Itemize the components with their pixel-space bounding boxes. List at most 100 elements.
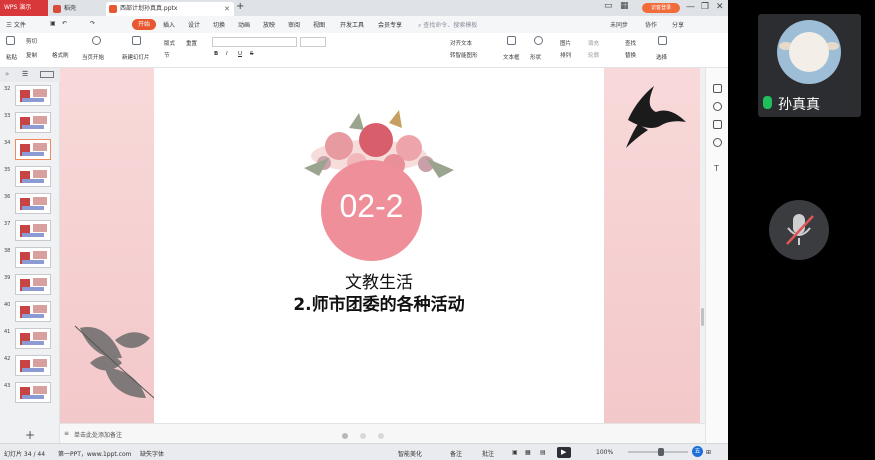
slide-thumbnail-item[interactable]: 35	[0, 165, 60, 191]
new-tab-icon[interactable]: +	[236, 1, 244, 12]
comment-toggle[interactable]: 批注	[482, 449, 494, 458]
picture-button[interactable]: 图片	[560, 39, 571, 47]
add-slide-icon[interactable]: +	[25, 429, 35, 441]
find-button[interactable]: 查找	[625, 39, 636, 47]
reading-view-icon[interactable]: ▤	[540, 449, 546, 456]
collaborate-button[interactable]: 协作	[645, 20, 657, 29]
help-icon[interactable]	[713, 138, 722, 147]
convert-smartart-button[interactable]: 转智能图形	[450, 51, 478, 59]
missing-font-button[interactable]: 缺失字体	[140, 449, 164, 458]
command-search[interactable]: ⌕ 查找命令、搜索模板	[418, 20, 477, 30]
cut-button[interactable]: 剪切	[26, 37, 37, 45]
save-icon[interactable]: ▣	[50, 20, 56, 27]
slide-subtitle[interactable]: 2.师市团委的各种活动	[154, 290, 604, 315]
fit-window-icon[interactable]: ⊞	[706, 449, 711, 456]
menu-member[interactable]: 会员专享	[378, 20, 402, 29]
close-window-icon[interactable]: ✕	[716, 2, 724, 12]
slide-thumbnail[interactable]	[15, 112, 51, 133]
dot-3[interactable]	[378, 433, 384, 439]
sorter-view-icon[interactable]: ▦	[525, 449, 531, 456]
slide-thumbnail[interactable]	[15, 355, 51, 376]
bold-button[interactable]: B	[214, 51, 218, 57]
slide-thumbnail[interactable]	[15, 193, 51, 214]
slide-thumbnail-item[interactable]: 38	[0, 246, 60, 272]
zoom-level[interactable]: 100%	[596, 449, 613, 456]
menu-developer[interactable]: 开发工具	[340, 20, 364, 29]
mute-toggle-button[interactable]	[769, 200, 829, 260]
menu-transition[interactable]: 切换	[213, 20, 225, 29]
tab-document[interactable]: 西部计划孙真真.pptx ✕	[106, 2, 234, 16]
italic-button[interactable]: I	[226, 51, 228, 57]
login-badge[interactable]: 访客登录	[642, 3, 680, 13]
restore-icon[interactable]: ❐	[701, 2, 709, 12]
animation-pane-icon[interactable]	[713, 102, 722, 111]
section-button[interactable]: 节	[164, 51, 170, 59]
slide-thumbnail-item[interactable]: 39	[0, 273, 60, 299]
current-slide[interactable]: 02-2 文教生活 2.师市团委的各种活动	[154, 68, 604, 423]
replace-button[interactable]: 替换	[625, 51, 636, 59]
slide-thumbnail[interactable]	[15, 382, 51, 403]
slide-thumbnail[interactable]	[15, 301, 51, 322]
menu-slideshow[interactable]: 放映	[263, 20, 275, 29]
slide-thumbnail-item[interactable]: 33	[0, 111, 60, 137]
tab-home[interactable]: 稻壳	[50, 2, 102, 16]
slide-thumbnail-item[interactable]: 34	[0, 138, 60, 164]
slide-thumbnail-item[interactable]: 32	[0, 84, 60, 110]
menu-review[interactable]: 审阅	[288, 20, 300, 29]
slide-thumbnail[interactable]	[15, 166, 51, 187]
slide-thumbnail-item[interactable]: 40	[0, 300, 60, 326]
menu-start[interactable]: 开始	[132, 19, 156, 30]
outline-button[interactable]: 轮廓	[588, 51, 599, 59]
align-text-button[interactable]: 对齐文本	[450, 39, 472, 47]
window-layout-icon[interactable]: ▭	[604, 1, 613, 11]
menu-view[interactable]: 视图	[313, 20, 325, 29]
slide-thumbnail[interactable]	[15, 247, 51, 268]
sync-status[interactable]: 未同步	[610, 20, 628, 29]
redo-icon[interactable]: ↷	[90, 20, 95, 27]
close-tab-icon[interactable]: ✕	[224, 2, 230, 16]
arrange-button[interactable]: 排列	[560, 51, 571, 59]
undo-icon[interactable]: ↶	[62, 20, 67, 27]
minimize-icon[interactable]: —	[686, 2, 695, 12]
thumbnail-view-icon[interactable]: ☰	[22, 70, 28, 78]
strikethrough-button[interactable]: S	[250, 51, 254, 57]
slide-thumbnail[interactable]	[15, 85, 51, 106]
zoom-knob[interactable]	[658, 448, 664, 456]
property-icon[interactable]	[713, 84, 722, 93]
slide-thumbnail-item[interactable]: 37	[0, 219, 60, 245]
ime-icon[interactable]: 五	[692, 446, 703, 457]
grid-icon[interactable]: ▦	[620, 1, 629, 11]
participant-card[interactable]: 孙真真	[758, 14, 861, 117]
font-size-select[interactable]	[300, 37, 326, 47]
dot-2[interactable]	[360, 433, 366, 439]
play-slideshow-button[interactable]: ▶	[557, 447, 571, 458]
slide-thumbnail-item[interactable]: 42	[0, 354, 60, 380]
slide-thumbnail-item[interactable]: 36	[0, 192, 60, 218]
underline-button[interactable]: U	[238, 51, 242, 57]
slide-pane-icon[interactable]	[713, 120, 722, 129]
menu-file[interactable]: 三 文件	[6, 20, 26, 29]
layout-button[interactable]: 版式	[164, 39, 175, 47]
outline-view-icon[interactable]	[40, 71, 54, 78]
menu-insert[interactable]: 插入	[163, 20, 175, 29]
collapse-panel-icon[interactable]: »	[5, 70, 9, 78]
dot-1[interactable]	[342, 433, 348, 439]
slide-thumbnail[interactable]	[15, 139, 51, 160]
slide-thumbnail[interactable]	[15, 328, 51, 349]
menu-animation[interactable]: 动画	[238, 20, 250, 29]
menu-design[interactable]: 设计	[188, 20, 200, 29]
notes-toggle[interactable]: 备注	[450, 449, 462, 458]
tab-wps-presentation[interactable]: WPS 演示	[0, 0, 48, 16]
share-button[interactable]: 分享	[672, 20, 684, 29]
slide-thumbnail[interactable]	[15, 220, 51, 241]
scroll-thumb[interactable]	[701, 308, 704, 326]
fill-button[interactable]: 填充	[588, 39, 599, 47]
zoom-slider[interactable]	[628, 448, 688, 456]
text-icon[interactable]: T	[714, 164, 719, 173]
slide-thumbnail-item[interactable]: 43	[0, 381, 60, 407]
slide-thumbnail[interactable]	[15, 274, 51, 295]
smart-beautify-button[interactable]: 智能美化	[398, 449, 422, 458]
font-family-select[interactable]	[212, 37, 297, 47]
slide-thumbnail-item[interactable]: 41	[0, 327, 60, 353]
format-painter-button[interactable]: 格式刷	[52, 51, 69, 59]
